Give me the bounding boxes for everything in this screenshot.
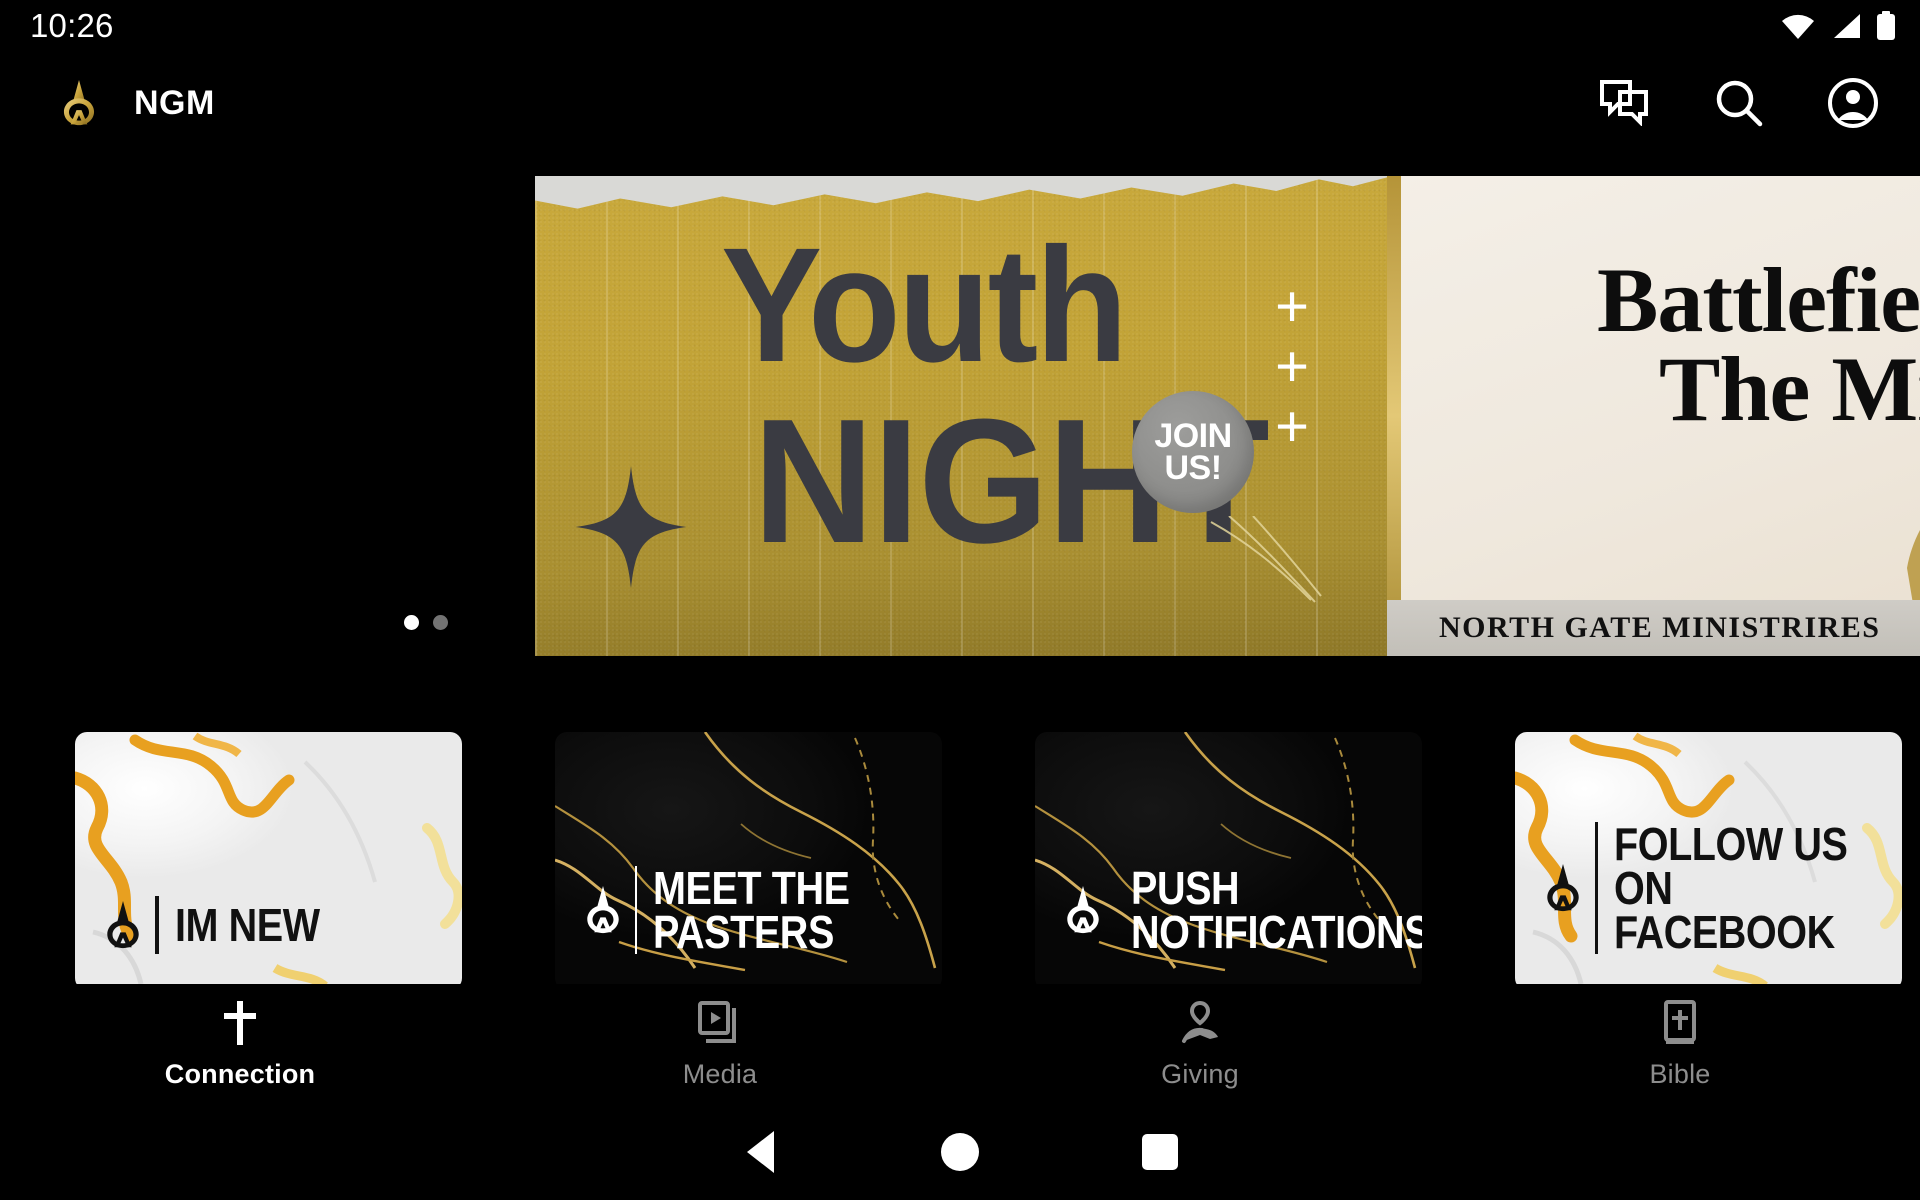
gold-accent-bar	[1387, 176, 1401, 656]
tile-push-notifications[interactable]: PUSH NOTIFICATIONS	[1035, 732, 1422, 990]
plus-icon: +	[1275, 274, 1309, 339]
battery-icon	[1877, 11, 1895, 40]
account-icon[interactable]	[1826, 76, 1880, 130]
four-point-star-icon	[575, 466, 687, 588]
nav-label: Giving	[1161, 1058, 1239, 1089]
android-back-button[interactable]	[660, 1104, 860, 1200]
slide-title-line1: Youth	[721, 213, 1128, 396]
android-system-nav	[0, 1104, 1920, 1200]
recents-square-icon	[1142, 1134, 1178, 1170]
carousel-slide-battlefield[interactable]: Battlefield The Mind NORTH GATE MINISTRI…	[1387, 176, 1920, 656]
tile-label: IM NEW	[175, 898, 320, 951]
plus-icon: +	[1275, 394, 1309, 459]
app-screen: 10:26 NGM Youth NIGHT + + + JOIN US! Bat…	[0, 0, 1920, 1200]
tile-label: MEET THE PASTERS	[653, 861, 851, 958]
cellular-signal-icon	[1834, 14, 1860, 38]
scratch-lines-decoration	[1210, 516, 1322, 603]
slide-title: Battlefield The Mind	[1597, 254, 1920, 441]
nav-label: Bible	[1649, 1058, 1711, 1089]
back-triangle-icon	[746, 1131, 774, 1173]
status-bar: 10:26	[0, 0, 1920, 52]
ministry-name: NORTH GATE MINISTRIRES	[1439, 611, 1881, 644]
messages-icon[interactable]	[1598, 76, 1652, 130]
ngm-spearhead-logo	[107, 901, 139, 949]
nav-item-giving[interactable]: Giving	[960, 999, 1440, 1090]
divider	[155, 896, 159, 954]
badge-line2: US!	[1164, 449, 1222, 487]
nav-label: Connection	[164, 1058, 316, 1089]
slide-title-line1: Battlefield	[1597, 249, 1920, 351]
carousel-track[interactable]: Youth NIGHT + + + JOIN US! Battlefie The…	[535, 176, 1920, 656]
android-recents-button[interactable]	[1060, 1104, 1260, 1200]
wifi-icon	[1782, 14, 1814, 39]
nav-item-bible[interactable]: Bible	[1440, 999, 1920, 1090]
quick-links-row[interactable]: IM NEW MEET THE PASTERS PUSH NOTIFICATIO…	[0, 732, 1920, 992]
tile-label-group: FOLLOW US ON FACEBOOK	[1541, 817, 1888, 958]
tile-im-new[interactable]: IM NEW	[75, 732, 462, 990]
tile-label-group: IM NEW	[101, 896, 448, 954]
app-bar: NGM	[0, 52, 1920, 154]
status-icons	[1780, 11, 1896, 41]
badge-line1: JOIN	[1154, 416, 1232, 455]
cross-icon	[224, 1000, 256, 1045]
status-time: 10:26	[30, 7, 114, 44]
bottom-navigation: Connection Media Giving Bible	[0, 984, 1920, 1104]
nav-item-media[interactable]: Media	[480, 999, 960, 1090]
video-library-icon	[698, 1000, 736, 1043]
hand-heart-icon	[1182, 1000, 1218, 1043]
ngm-spearhead-logo	[1067, 885, 1099, 933]
tile-label: FOLLOW US ON FACEBOOK	[1614, 817, 1848, 958]
divider	[635, 865, 638, 954]
app-title: NGM	[134, 83, 215, 122]
tile-label: PUSH NOTIFICATIONS	[1131, 861, 1422, 958]
tile-meet-the-pasters[interactable]: MEET THE PASTERS	[555, 732, 942, 990]
carousel-pagination[interactable]	[0, 615, 852, 630]
divider	[1595, 821, 1599, 954]
nav-label: Media	[682, 1058, 758, 1089]
tile-label-group: MEET THE PASTERS	[581, 861, 928, 958]
ngm-spearhead-logo	[63, 80, 95, 126]
join-us-badge[interactable]: JOIN US!	[1132, 391, 1254, 513]
carousel-dot-2[interactable]	[433, 615, 448, 630]
ngm-spearhead-logo	[1547, 863, 1579, 911]
carousel-dot-1[interactable]	[404, 615, 419, 630]
tile-follow-us-on-facebook[interactable]: FOLLOW US ON FACEBOOK	[1515, 732, 1902, 990]
carousel-slide-youth-night[interactable]: Youth NIGHT + + + JOIN US!	[535, 176, 1387, 656]
home-circle-icon	[941, 1133, 979, 1171]
brand[interactable]: NGM	[58, 80, 215, 126]
plus-icon: +	[1275, 334, 1309, 399]
android-home-button[interactable]	[860, 1104, 1060, 1200]
search-icon[interactable]	[1712, 76, 1766, 130]
app-bar-actions	[1598, 76, 1880, 130]
ngm-spearhead-logo	[587, 885, 619, 933]
bible-book-icon	[1664, 999, 1696, 1044]
nav-item-connection[interactable]: Connection	[0, 999, 480, 1090]
slide-footer: NORTH GATE MINISTRIRES	[1387, 600, 1920, 656]
promo-carousel[interactable]: Youth NIGHT + + + JOIN US! Battlefie The…	[0, 176, 1920, 656]
slide-title-line2: The Mind	[1659, 338, 1920, 441]
tile-label-group: PUSH NOTIFICATIONS	[1061, 865, 1422, 955]
